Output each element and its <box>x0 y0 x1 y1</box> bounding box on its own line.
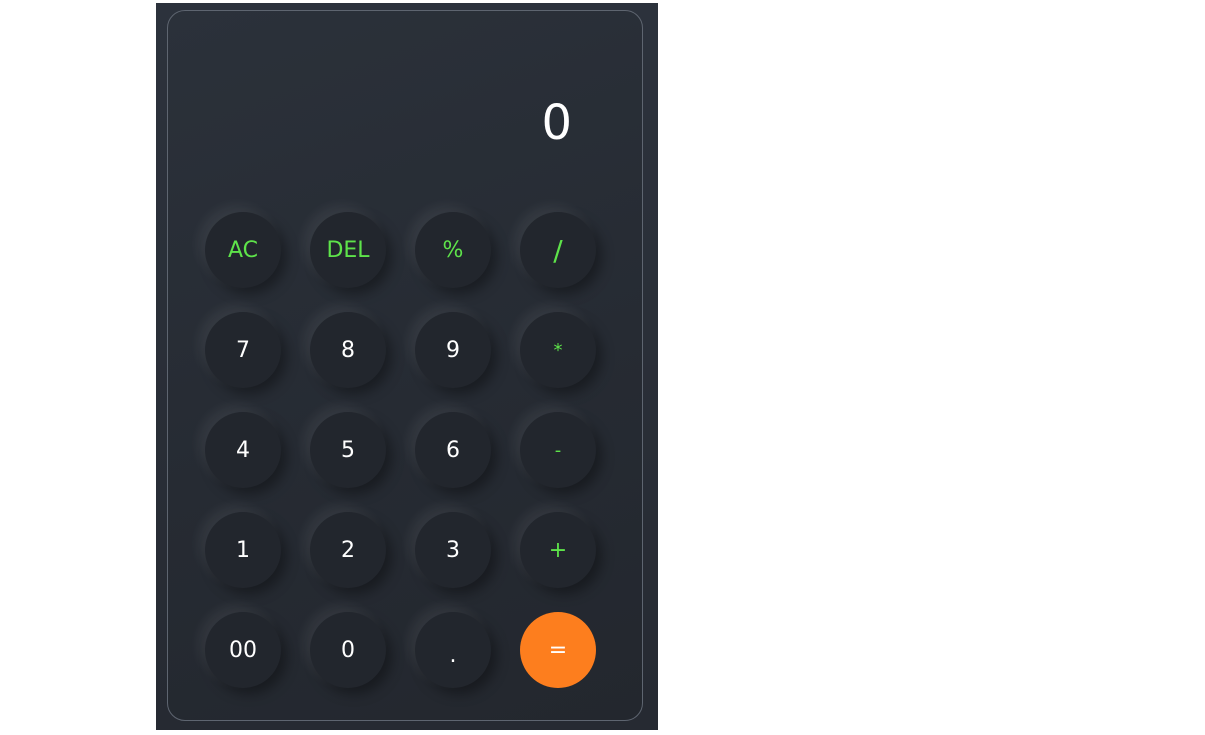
digit-6-button[interactable]: 6 <box>415 412 491 488</box>
percent-button[interactable]: % <box>415 212 491 288</box>
digit-8-button[interactable]: 8 <box>310 312 386 388</box>
divide-button[interactable]: / <box>520 212 596 288</box>
digit-5-button[interactable]: 5 <box>310 412 386 488</box>
display-value: 0 <box>541 95 572 151</box>
multiply-button[interactable]: * <box>520 312 596 388</box>
minus-button[interactable]: - <box>520 412 596 488</box>
digit-3-button[interactable]: 3 <box>415 512 491 588</box>
equals-button[interactable]: = <box>520 612 596 688</box>
digit-0-button[interactable]: 0 <box>310 612 386 688</box>
all-clear-button[interactable]: AC <box>205 212 281 288</box>
decimal-point-button[interactable]: . <box>415 612 491 688</box>
digit-2-button[interactable]: 2 <box>310 512 386 588</box>
plus-button[interactable]: + <box>520 512 596 588</box>
calculator-frame: 0 AC DEL % / 7 8 9 * 4 5 6 - 1 2 3 + 00 … <box>156 3 658 730</box>
digit-7-button[interactable]: 7 <box>205 312 281 388</box>
digit-9-button[interactable]: 9 <box>415 312 491 388</box>
calculator-panel: 0 AC DEL % / 7 8 9 * 4 5 6 - 1 2 3 + 00 … <box>167 10 643 721</box>
digit-4-button[interactable]: 4 <box>205 412 281 488</box>
digit-1-button[interactable]: 1 <box>205 512 281 588</box>
double-zero-button[interactable]: 00 <box>205 612 281 688</box>
delete-button[interactable]: DEL <box>310 212 386 288</box>
